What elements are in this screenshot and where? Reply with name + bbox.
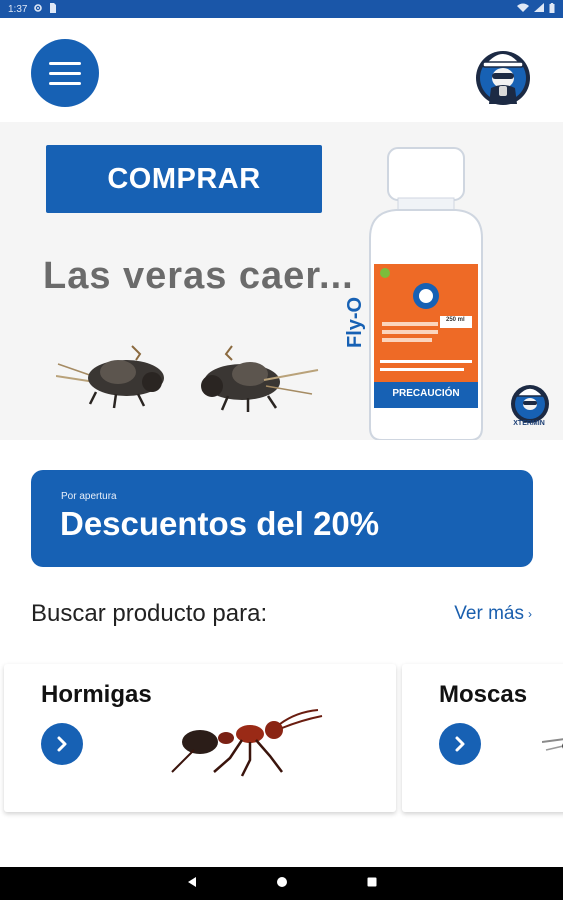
see-more-label: Ver más bbox=[454, 603, 524, 624]
arrow-right-icon[interactable] bbox=[41, 723, 83, 765]
recents-square-icon[interactable] bbox=[366, 875, 378, 893]
see-more-link[interactable]: Ver más › bbox=[454, 603, 532, 625]
exterminator-mascot-logo-icon[interactable] bbox=[473, 40, 533, 106]
discount-title: Descuentos del 20% bbox=[60, 505, 380, 542]
fly-icon bbox=[541, 724, 563, 769]
bottle-warning-text: PRECAUCIÓN bbox=[392, 388, 460, 399]
ant-icon bbox=[166, 706, 326, 783]
category-card-hormigas[interactable]: Hormigas bbox=[4, 664, 396, 812]
category-title: Moscas bbox=[439, 681, 528, 708]
xtermin-brand-text: XTERMIN bbox=[513, 420, 545, 427]
category-card-moscas[interactable]: Moscas bbox=[402, 664, 563, 812]
banner-headline: Las veras caer... bbox=[43, 255, 354, 297]
buy-button[interactable]: COMPRAR bbox=[46, 145, 322, 213]
battery-icon bbox=[549, 2, 555, 16]
status-time: 1:37 bbox=[8, 3, 28, 15]
wifi-icon bbox=[517, 3, 529, 15]
home-circle-icon[interactable] bbox=[276, 875, 288, 893]
menu-button[interactable] bbox=[31, 39, 99, 107]
bottle-brand-text: Fly-O bbox=[344, 296, 366, 348]
product-bottle-image: Fly-O 250 ml PRECAUCIÓN bbox=[344, 146, 486, 440]
status-bar: 1:37 bbox=[0, 0, 563, 18]
discount-card[interactable]: Por apertura Descuentos del 20% bbox=[31, 470, 533, 567]
hamburger-menu-icon bbox=[49, 61, 81, 65]
fly-image bbox=[192, 334, 322, 419]
app-screen: 1:37 COMPRAR Las veras caer... Fly-O 250… bbox=[0, 0, 563, 900]
signal-icon bbox=[534, 3, 544, 15]
bottle-volume-text: 250 ml bbox=[446, 317, 465, 323]
sim-card-icon bbox=[49, 2, 57, 16]
settings-gear-icon bbox=[33, 3, 43, 16]
back-triangle-icon[interactable] bbox=[186, 875, 198, 893]
category-title: Hormigas bbox=[41, 681, 152, 708]
fly-image bbox=[55, 334, 176, 414]
discount-subtitle: Por apertura bbox=[61, 491, 117, 502]
promo-banner[interactable]: COMPRAR Las veras caer... Fly-O 250 ml P… bbox=[0, 122, 563, 440]
search-for-label: Buscar producto para: bbox=[31, 600, 268, 627]
chevron-right-icon: › bbox=[528, 607, 532, 621]
arrow-right-icon[interactable] bbox=[439, 723, 481, 765]
system-nav-bar bbox=[0, 867, 563, 900]
